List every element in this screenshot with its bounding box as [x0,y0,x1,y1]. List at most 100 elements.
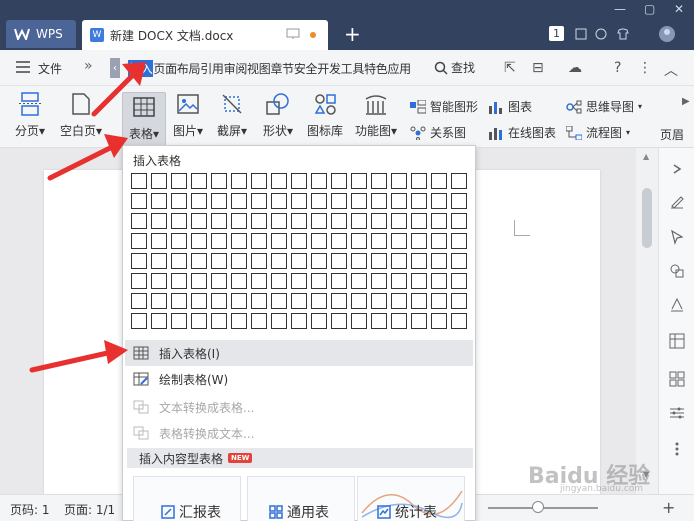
user-avatar[interactable] [652,24,682,44]
grid-cell[interactable] [211,173,227,189]
grid-cell[interactable] [131,213,147,229]
grid-cell[interactable] [311,213,327,229]
grid-cell[interactable] [271,293,287,309]
grid-cell[interactable] [151,273,167,289]
grid-cell[interactable] [151,193,167,209]
more-tools-icon[interactable] [668,440,686,458]
grid-cell[interactable] [331,193,347,209]
search-button[interactable]: 查找 [434,59,475,76]
minimize-icon[interactable]: — [614,2,626,16]
grid-cell[interactable] [391,173,407,189]
monitor-icon[interactable] [286,28,300,40]
grid-cell[interactable] [191,313,207,329]
text-to-table-menu-item[interactable]: 文本转换成表格... [125,394,473,420]
grid-cell[interactable] [271,233,287,249]
grid-cell[interactable] [151,313,167,329]
grid-cell[interactable] [191,213,207,229]
grid-cell[interactable] [411,173,427,189]
grid-cell[interactable] [171,313,187,329]
tab-security[interactable]: 安全 [294,60,318,77]
picture-button[interactable]: 图片▾ [170,90,206,139]
grid-cell[interactable] [371,213,387,229]
grid-cell[interactable] [291,173,307,189]
grid-cell[interactable] [311,233,327,249]
screenshot-button[interactable]: 截屏▾ [214,90,250,139]
grid-cell[interactable] [231,313,247,329]
statistics-table-button[interactable]: 统计表 [377,501,437,521]
blank-page-button[interactable]: 空白页▾ [56,90,106,139]
grid-cell[interactable] [251,253,267,269]
shape-button[interactable]: 形状▾ [258,90,298,139]
grid-cell[interactable] [211,253,227,269]
grid-cell[interactable] [451,233,467,249]
grid-cell[interactable] [451,273,467,289]
grid-cell[interactable] [391,193,407,209]
grid-cell[interactable] [431,213,447,229]
grid-cell[interactable] [371,313,387,329]
window-icon[interactable] [572,24,590,44]
grid-cell[interactable] [371,173,387,189]
report-table-button[interactable]: 汇报表 [161,501,221,521]
draw-table-menu-item[interactable]: 绘制表格(W) [125,366,473,392]
grid-cell[interactable] [211,293,227,309]
chart-button[interactable]: 图表 [488,98,532,115]
grid-cell[interactable] [211,213,227,229]
grid-cell[interactable] [411,233,427,249]
grid-cell[interactable] [131,293,147,309]
flowchart-button[interactable]: 流程图 ▾ [566,124,630,141]
close-icon[interactable]: ✕ [674,2,684,16]
grid-cell[interactable] [231,213,247,229]
tab-chapter[interactable]: 章节 [270,60,294,77]
grid-cell[interactable] [171,193,187,209]
cursor-icon[interactable] [668,228,686,246]
grid-cell[interactable] [131,233,147,249]
grid-cell[interactable] [331,233,347,249]
grid-cell[interactable] [451,213,467,229]
shapes-icon[interactable] [668,262,686,280]
settings-sliders-icon[interactable] [668,404,686,422]
tab-featured[interactable]: 特色应用 [364,60,411,77]
skin-icon[interactable] [592,24,610,44]
grid-cell[interactable] [391,233,407,249]
grid-cell[interactable] [351,233,367,249]
grid-cell[interactable] [331,313,347,329]
grid-cell[interactable] [411,273,427,289]
general-table-button[interactable]: 通用表 [269,501,329,521]
grid-cell[interactable] [451,253,467,269]
table-to-text-menu-item[interactable]: 表格转换成文本... [125,420,473,446]
grid-cell[interactable] [331,253,347,269]
grid-cell[interactable] [171,233,187,249]
grid-cell[interactable] [151,233,167,249]
grid-cell[interactable] [411,213,427,229]
grid-cell[interactable] [231,173,247,189]
grid-cell[interactable] [211,313,227,329]
grid-cell[interactable] [291,253,307,269]
scrollbar-thumb[interactable] [642,188,652,248]
scroll-left-icon[interactable]: ‹ [110,58,120,78]
grid-cell[interactable] [211,273,227,289]
grid-cell[interactable] [271,193,287,209]
grid-cell[interactable] [311,173,327,189]
help-icon[interactable]: ? [614,60,621,76]
zoom-in-icon[interactable]: + [662,498,675,517]
collapse-panel-icon[interactable] [668,160,686,178]
grid-cell[interactable] [171,213,187,229]
grid-cell[interactable] [211,233,227,249]
tab-view[interactable]: 视图 [247,60,271,77]
grid-cell[interactable] [151,253,167,269]
tab-review[interactable]: 审阅 [224,60,248,77]
grid-cell[interactable] [231,293,247,309]
vertical-scrollbar[interactable]: ▲ ▼ [636,148,658,494]
relation-diagram-button[interactable]: 关系图 [410,124,466,141]
grid-cell[interactable] [331,273,347,289]
grid-cell[interactable] [291,273,307,289]
tab-references[interactable]: 引用 [200,60,224,77]
grid-cell[interactable] [131,273,147,289]
grid-cell[interactable] [171,273,187,289]
grid-cell[interactable] [431,273,447,289]
grid-cell[interactable] [351,213,367,229]
grid-cell[interactable] [291,313,307,329]
grid-cell[interactable] [431,313,447,329]
grid-cell[interactable] [431,253,447,269]
grid-cell[interactable] [171,293,187,309]
